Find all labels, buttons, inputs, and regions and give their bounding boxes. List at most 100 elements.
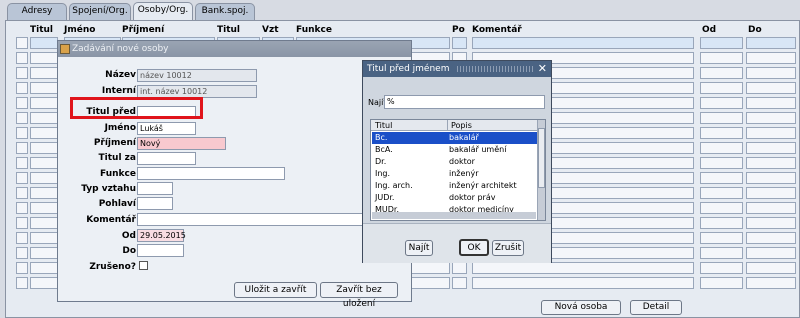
tab-adresy[interactable]: Adresy — [7, 3, 67, 20]
row-select-box[interactable] — [16, 67, 28, 79]
grid-cell[interactable] — [700, 187, 743, 199]
grid-cell[interactable] — [700, 232, 743, 244]
row-select-box[interactable] — [16, 82, 28, 94]
detail-button[interactable]: Detail — [630, 300, 682, 315]
list-scrollbar[interactable] — [537, 120, 545, 220]
row-select-box[interactable] — [16, 202, 28, 214]
grid-cell[interactable] — [700, 142, 743, 154]
grid-cell[interactable] — [30, 217, 58, 229]
grid-cell[interactable] — [746, 172, 796, 184]
tab-spojeni-org[interactable]: Spojení/Org. — [69, 3, 131, 20]
zruseno-checkbox[interactable] — [139, 261, 148, 270]
grid-cell[interactable] — [700, 277, 743, 289]
row-select-box[interactable] — [16, 142, 28, 154]
pohlavi-field[interactable] — [137, 197, 173, 210]
grid-cell[interactable] — [746, 52, 796, 64]
grid-cell[interactable] — [746, 217, 796, 229]
grid-cell[interactable] — [746, 37, 796, 49]
save-and-close-button[interactable]: Uložit a zavřít — [234, 282, 317, 298]
grid-cell[interactable] — [452, 37, 467, 49]
list-item[interactable]: Ing. arch. inženýr architekt — [372, 180, 537, 192]
grid-cell[interactable] — [746, 127, 796, 139]
grid-cell[interactable] — [746, 97, 796, 109]
grid-cell[interactable] — [700, 217, 743, 229]
ok-button[interactable]: OK — [459, 239, 489, 256]
grid-cell[interactable] — [700, 157, 743, 169]
find-input[interactable]: % — [384, 95, 545, 109]
grid-cell[interactable] — [700, 52, 743, 64]
prijmeni-field[interactable]: Nový — [137, 137, 226, 150]
grid-cell[interactable] — [746, 82, 796, 94]
row-select-box[interactable] — [16, 157, 28, 169]
row-select-box[interactable] — [16, 247, 28, 259]
grid-cell[interactable] — [746, 142, 796, 154]
grid-cell[interactable] — [472, 262, 694, 274]
grid-cell[interactable] — [30, 187, 58, 199]
list-item[interactable]: Bc. bakalář — [372, 132, 537, 144]
grid-cell[interactable] — [700, 247, 743, 259]
grid-cell[interactable] — [30, 247, 58, 259]
grid-cell[interactable] — [746, 202, 796, 214]
grid-cell[interactable] — [700, 127, 743, 139]
row-select-box[interactable] — [16, 172, 28, 184]
grid-cell[interactable] — [452, 277, 467, 289]
grid-cell[interactable] — [472, 277, 694, 289]
grid-cell[interactable] — [30, 262, 58, 274]
grid-cell[interactable] — [746, 232, 796, 244]
list-item[interactable]: Dr. doktor — [372, 156, 537, 168]
row-select-box[interactable] — [16, 277, 28, 289]
cancel-button[interactable]: Zrušit — [492, 240, 524, 256]
grid-cell[interactable] — [700, 172, 743, 184]
grid-cell[interactable] — [472, 37, 694, 49]
od-field[interactable]: 29.05.2015 — [137, 229, 186, 242]
grid-cell[interactable] — [30, 277, 58, 289]
grid-cell[interactable] — [746, 187, 796, 199]
grid-cell[interactable] — [30, 157, 58, 169]
grid-cell[interactable] — [30, 232, 58, 244]
grid-cell[interactable] — [700, 112, 743, 124]
grid-cell[interactable] — [30, 82, 58, 94]
tab-osoby-org[interactable]: Osoby/Org. — [133, 2, 193, 21]
grid-cell[interactable] — [30, 202, 58, 214]
grid-cell[interactable] — [746, 112, 796, 124]
new-person-button[interactable]: Nová osoba — [541, 300, 621, 315]
tab-bank-spoj[interactable]: Bank.spoj. — [195, 3, 255, 20]
row-select-box[interactable] — [16, 112, 28, 124]
grid-cell[interactable] — [30, 97, 58, 109]
do-field[interactable] — [137, 244, 184, 257]
grid-cell[interactable] — [700, 67, 743, 79]
row-select-box[interactable] — [16, 187, 28, 199]
list-item[interactable]: JUDr. doktor práv — [372, 192, 537, 204]
new-person-dialog-titlebar[interactable]: Zadávání nové osoby — [58, 41, 411, 57]
grid-cell[interactable] — [746, 67, 796, 79]
grid-cell[interactable] — [30, 52, 58, 64]
close-icon[interactable]: ✕ — [538, 62, 547, 76]
scrollbar-thumb[interactable] — [538, 128, 545, 188]
grid-cell[interactable] — [700, 97, 743, 109]
grid-cell[interactable] — [30, 127, 58, 139]
grid-cell[interactable] — [30, 142, 58, 154]
row-select-box[interactable] — [16, 37, 28, 49]
row-select-box[interactable] — [16, 97, 28, 109]
grid-cell[interactable] — [700, 202, 743, 214]
grid-cell[interactable] — [700, 37, 743, 49]
list-item[interactable]: BcA. bakalář umění — [372, 144, 537, 156]
row-select-box[interactable] — [16, 262, 28, 274]
grid-cell[interactable] — [30, 37, 58, 49]
komentar-field[interactable] — [137, 213, 367, 226]
close-without-saving-button[interactable]: Zavřít bez uložení — [320, 282, 398, 309]
grid-cell[interactable] — [700, 262, 743, 274]
row-select-box[interactable] — [16, 127, 28, 139]
row-select-box[interactable] — [16, 232, 28, 244]
grid-cell[interactable] — [700, 82, 743, 94]
typ-vztahu-field[interactable] — [137, 182, 173, 195]
grid-cell[interactable] — [452, 262, 467, 274]
titul-za-field[interactable] — [137, 152, 196, 165]
row-select-box[interactable] — [16, 52, 28, 64]
title-lov-titlebar[interactable]: Titul před jménem ✕ — [363, 61, 551, 77]
list-hscrollbar[interactable] — [372, 212, 536, 219]
grid-cell[interactable] — [746, 247, 796, 259]
grid-cell[interactable] — [30, 67, 58, 79]
grid-cell[interactable] — [746, 262, 796, 274]
grid-cell[interactable] — [746, 157, 796, 169]
